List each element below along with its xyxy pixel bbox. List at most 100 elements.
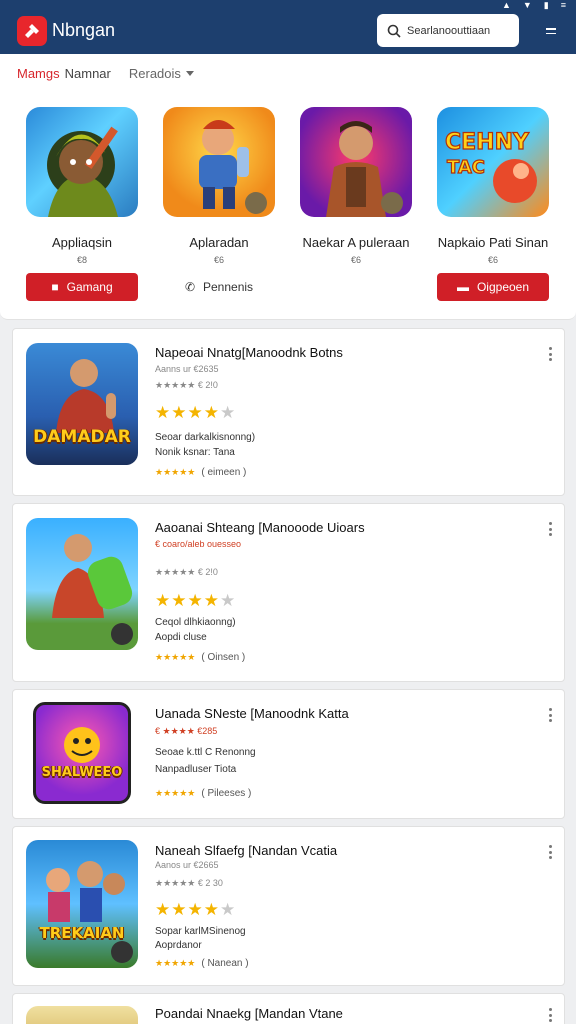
list-item-1-art-text: DAMADAR: [33, 427, 131, 447]
list-item-2-image: [26, 518, 138, 650]
list-item-3-rate-label: ( Pileeses ): [201, 788, 252, 799]
rating-stars-icon: ★★★★★: [155, 467, 196, 477]
rating-stars-icon: ★★★★★: [155, 958, 196, 968]
list-item-3-desc2: Nanpadluser Tiota: [155, 764, 237, 775]
featured-app-2-image: [163, 107, 275, 217]
lock-icon: ≡: [560, 0, 566, 10]
list-item[interactable]: SHALWEEO Uanada SNeste [Manoodnk Katta €…: [12, 689, 565, 819]
list-item-4-desc2: Aoprdanor: [155, 940, 202, 951]
list-item[interactable]: Aaoanai Shteang [Manooode Uioars € coaro…: [12, 503, 565, 682]
list-item[interactable]: DAMADAR Napeoai Nnatg[Manoodnk Botns Aan…: [12, 328, 565, 496]
featured-app-1-image: [26, 107, 138, 217]
download-icon: ▬: [456, 280, 469, 294]
more-options-icon[interactable]: [548, 347, 552, 361]
app-title: Nbngan: [52, 20, 116, 40]
app-header: ▲ ▼ ▮ ≡ Nbngan: [0, 0, 576, 54]
featured-app-4-sub: €6: [487, 255, 498, 265]
list-item-1-rate-label: ( eimeen ): [201, 467, 247, 478]
featured-app-4-name: Napkaio Pati Sinan: [437, 235, 549, 250]
list-item-3-art-text: SHALWEEO: [41, 765, 123, 780]
featured-app-4-button-label: Oigpeoen: [476, 280, 530, 294]
featured-app-1[interactable]: Appliaqsin €8 ■ Gamang: [14, 107, 150, 301]
list-item-2-meta2: ★★★★★ € 2!0: [155, 567, 218, 577]
list-item-3-image: SHALWEEO: [33, 702, 131, 804]
featured-app-1-sub: €8: [76, 255, 87, 265]
tab-namnar[interactable]: Namnar: [65, 66, 111, 81]
svg-text:CEHNY: CEHNY: [445, 130, 530, 155]
signal-icon: ▼: [522, 0, 532, 10]
featured-app-3-image: [300, 107, 412, 217]
list-item-3-rating: ★★★★★ ( Pileeses ): [155, 788, 251, 799]
svg-text:TAC: TAC: [447, 157, 485, 178]
list-item-3-meta1: € ★★★★ €285: [155, 726, 218, 736]
featured-app-2[interactable]: Aplaradan €6 ✆ Pennenis: [151, 107, 287, 301]
featured-app-4-image: CEHNY TAC: [437, 107, 549, 217]
featured-app-2-sub: €6: [213, 255, 224, 265]
featured-app-4[interactable]: CEHNY TAC Napkaio Pati Sinan €6 ▬ Oigpeo…: [425, 107, 561, 301]
tab-mamgs[interactable]: Mamgs: [17, 66, 60, 81]
app-logo[interactable]: [17, 16, 47, 46]
more-options-icon[interactable]: [548, 708, 552, 722]
menu-button[interactable]: [540, 22, 562, 40]
list-item-1-meta2: ★★★★★ € 2!0: [155, 380, 218, 390]
featured-panel: Mamgs Namnar Reradois Appliaqsin €8 ■ Ga…: [0, 54, 576, 320]
list-item-4-rating: ★★★★★ ( Nanean ): [155, 958, 249, 969]
list-item-3-desc1: Seoae k.ttl C Renonng: [155, 747, 256, 758]
list-item[interactable]: Poandai Nnaekg [Mandan Vtane: [12, 993, 565, 1024]
chevron-down-icon: [185, 71, 194, 76]
featured-app-4-button[interactable]: ▬ Oigpeoen: [437, 273, 549, 301]
more-options-icon[interactable]: [548, 1008, 552, 1022]
list-item-1-title: Napeoai Nnatg[Manoodnk Botns: [155, 345, 343, 360]
list-item-1-rating: ★★★★★ ( eimeen ): [155, 467, 246, 478]
list-item-2-rate-label: ( Oinsen ): [201, 652, 246, 663]
game-icon: ■: [51, 280, 59, 294]
featured-app-1-name: Appliaqsin: [52, 235, 112, 250]
featured-app-3-name: Naekar A puleraan: [302, 235, 410, 250]
search-input[interactable]: [407, 24, 512, 37]
battery-icon: ▮: [543, 0, 549, 10]
list-item-1-stars: ★ ★ ★ ★ ★: [155, 403, 236, 422]
list-item-4-title: Naneah Slfaefg [Nandan Vcatia: [155, 843, 338, 858]
list-item-1-desc1: Seoar darkalkisnonng): [155, 432, 256, 443]
list-item-2-meta1: € coaro/aleb ouesseo: [155, 539, 242, 549]
list-item-4-stars: ★ ★ ★ ★ ★: [155, 900, 236, 919]
list-item[interactable]: TREKAIAN Naneah Slfaefg [Nandan Vcatia A…: [12, 826, 565, 986]
list-item-1-image: DAMADAR: [26, 343, 138, 465]
list-item-5-title: Poandai Nnaekg [Mandan Vtane: [155, 1006, 343, 1021]
logo-icon: [25, 24, 39, 38]
list-item-2-desc2: Aopdi cluse: [155, 632, 207, 643]
tab-dropdown-label: Reradois: [128, 66, 181, 81]
list-item-1-desc2: Nonik ksnar: Tana: [155, 447, 235, 458]
list-item-4-image: TREKAIAN: [26, 840, 138, 968]
list-item-1-meta1: Aanns ur €2635: [155, 364, 219, 374]
wifi-icon: ▲: [501, 0, 511, 10]
featured-app-2-button-label: Pennenis: [203, 280, 254, 294]
featured-app-3-sub: €6: [350, 255, 361, 265]
featured-app-3[interactable]: Naekar A puleraan €6: [288, 107, 424, 265]
search-icon: [387, 24, 401, 38]
list-item-5-image: [26, 1006, 138, 1024]
list-item-2-rating: ★★★★★ ( Oinsen ): [155, 652, 245, 663]
list-item-4-meta2: ★★★★★ € 2 30: [155, 878, 223, 888]
tab-dropdown[interactable]: Reradois: [129, 66, 194, 81]
rating-stars-icon: ★★★★★: [155, 788, 196, 798]
more-options-icon[interactable]: [548, 845, 552, 859]
featured-app-1-button[interactable]: ■ Gamang: [26, 273, 138, 301]
status-bar: ▲ ▼ ▮ ≡: [502, 0, 566, 11]
phone-icon: ✆: [184, 280, 195, 294]
list-item-4-meta1: Aanos ur €2665: [155, 860, 219, 870]
list-item-4-art-text: TREKAIAN: [39, 924, 125, 942]
category-tabs: Mamgs Namnar Reradois: [17, 66, 194, 81]
list-item-4-rate-label: ( Nanean ): [201, 958, 249, 969]
list-item-2-title: Aaoanai Shteang [Manooode Uioars: [155, 520, 365, 535]
more-options-icon[interactable]: [548, 522, 552, 536]
list-item-2-stars: ★ ★ ★ ★ ★: [155, 591, 236, 610]
featured-app-2-name: Aplaradan: [189, 235, 249, 250]
featured-app-1-button-label: Gamang: [66, 280, 113, 294]
rating-stars-icon: ★★★★★: [155, 652, 196, 662]
featured-app-2-button[interactable]: ✆ Pennenis: [163, 273, 275, 301]
search-box[interactable]: [377, 14, 519, 47]
list-item-4-desc1: Sopar karlMSinenog: [155, 926, 246, 937]
list-item-3-title: Uanada SNeste [Manoodnk Katta: [155, 706, 349, 721]
list-item-2-desc1: Ceqol dlhkiaonng): [155, 617, 236, 628]
